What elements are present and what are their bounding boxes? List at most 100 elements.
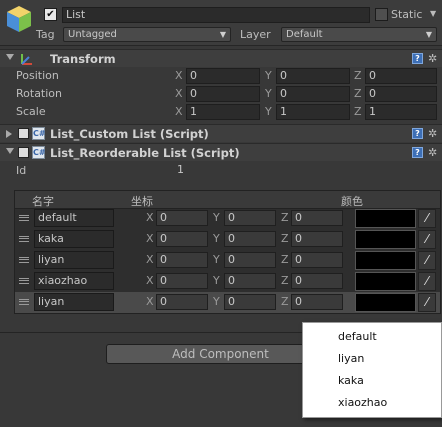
item-name-field[interactable]: liyan [34,251,114,269]
gear-icon[interactable]: ✲ [428,147,437,158]
position-x-field[interactable]: 0 [186,68,260,84]
gear-icon[interactable]: ✲ [428,53,437,64]
tag-label: Tag [36,28,55,41]
id-label: Id [16,164,27,177]
color-column-header: 颜色 [341,195,363,208]
help-icon[interactable]: ? [412,53,423,64]
popup-item[interactable]: default [338,330,377,343]
drag-handle[interactable] [19,215,29,221]
position-y-field[interactable]: 0 [276,68,350,84]
y-axis-label: Y [213,232,220,245]
x-axis-label: X [146,253,154,266]
item-name-field[interactable]: xiaozhao [34,272,114,290]
row-label: Scale [16,105,46,118]
list-item[interactable]: kaka X 0 Y 0 Z 0 ⁄ [15,229,440,250]
list-item[interactable]: default X 0 Y 0 Z 0 ⁄ [15,208,440,229]
item-name-field[interactable]: default [34,209,114,227]
item-x-field[interactable]: 0 [156,231,208,247]
drag-handle[interactable] [19,278,29,284]
foldout-arrow-icon[interactable] [6,54,14,60]
help-icon[interactable]: ? [412,128,423,139]
rotation-x-field[interactable]: 0 [186,86,260,102]
item-z-field[interactable]: 0 [291,231,343,247]
color-swatch[interactable] [355,209,416,228]
popup-item[interactable]: kaka [338,374,364,387]
row-label: Position [16,69,59,82]
component-enabled-checkbox[interactable] [18,147,29,158]
drag-handle[interactable] [19,299,29,305]
custom-list-title: List_Custom List (Script) [50,127,209,141]
color-swatch[interactable] [355,251,416,270]
y-axis-label: Y [213,295,220,308]
coord-column-header: 坐标 [131,195,153,208]
item-name-field[interactable]: kaka [34,230,114,248]
id-field[interactable]: 1 [174,163,437,179]
y-axis-label: Y [213,253,220,266]
scale-z-field[interactable]: 1 [365,104,437,120]
item-y-field[interactable]: 0 [224,294,276,310]
item-x-field[interactable]: 0 [156,252,208,268]
layer-label: Layer [240,28,271,41]
custom-list-header[interactable]: C# List_Custom List (Script) ? ✲ [0,124,442,142]
static-dropdown-arrow[interactable]: ▼ [430,9,436,18]
object-header: ✔ List Static ▼ Tag Untagged ▼ Layer Defa… [0,0,442,46]
color-swatch[interactable] [355,272,416,291]
script-icon: C# [32,127,46,140]
popup-item[interactable]: liyan [338,352,364,365]
script-icon: C# [32,146,46,159]
z-axis-label: Z [281,211,289,224]
scale-y-field[interactable]: 1 [276,104,350,120]
item-z-field[interactable]: 0 [291,210,343,226]
item-y-field[interactable]: 0 [224,252,276,268]
eyedropper-icon[interactable]: ⁄ [418,230,436,249]
item-z-field[interactable]: 0 [291,273,343,289]
foldout-arrow-icon[interactable] [6,148,14,154]
eyedropper-icon[interactable]: ⁄ [418,293,436,312]
rotation-y-field[interactable]: 0 [276,86,350,102]
color-swatch[interactable] [355,293,416,312]
x-axis-label: X [175,69,183,82]
item-y-field[interactable]: 0 [224,273,276,289]
reorderable-list-header[interactable]: C# List_Reorderable List (Script) ? ✲ [0,143,442,161]
rotation-z-field[interactable]: 0 [365,86,437,102]
foldout-arrow-icon[interactable] [6,130,12,138]
scale-x-field[interactable]: 1 [186,104,260,120]
item-z-field[interactable]: 0 [291,252,343,268]
component-enabled-checkbox[interactable] [18,128,29,139]
item-y-field[interactable]: 0 [224,231,276,247]
item-x-field[interactable]: 0 [156,294,208,310]
object-name-field[interactable]: List [62,7,370,23]
x-axis-label: X [175,87,183,100]
x-axis-label: X [146,232,154,245]
item-name-field[interactable]: liyan [34,293,114,311]
item-y-field[interactable]: 0 [224,210,276,226]
tag-dropdown[interactable]: Untagged ▼ [63,27,231,42]
item-x-field[interactable]: 0 [156,273,208,289]
list-item[interactable]: liyan X 0 Y 0 Z 0 ⁄ [15,250,440,271]
z-axis-label: Z [281,253,289,266]
drag-handle[interactable] [19,257,29,263]
drag-handle[interactable] [19,236,29,242]
position-z-field[interactable]: 0 [365,68,437,84]
layer-dropdown[interactable]: Default ▼ [281,27,437,42]
list-item[interactable]: xiaozhao X 0 Y 0 Z 0 ⁄ [15,271,440,292]
active-checkbox[interactable]: ✔ [44,8,57,21]
eyedropper-icon[interactable]: ⁄ [418,272,436,291]
x-axis-label: X [146,211,154,224]
row-label: Rotation [16,87,63,100]
help-icon[interactable]: ? [412,147,423,158]
transform-header[interactable]: Transform ? ✲ [0,49,442,67]
item-x-field[interactable]: 0 [156,210,208,226]
gear-icon[interactable]: ✲ [428,128,437,139]
static-checkbox[interactable] [375,8,388,21]
add-component-button[interactable]: Add Component [106,344,335,364]
popup-item[interactable]: xiaozhao [338,396,387,409]
list-item[interactable]: liyan X 0 Y 0 Z 0 ⁄ [15,292,440,313]
color-swatch[interactable] [355,230,416,249]
z-axis-label: Z [281,295,289,308]
item-z-field[interactable]: 0 [291,294,343,310]
transform-title: Transform [50,52,116,66]
eyedropper-icon[interactable]: ⁄ [418,209,436,228]
y-axis-label: Y [213,211,220,224]
eyedropper-icon[interactable]: ⁄ [418,251,436,270]
